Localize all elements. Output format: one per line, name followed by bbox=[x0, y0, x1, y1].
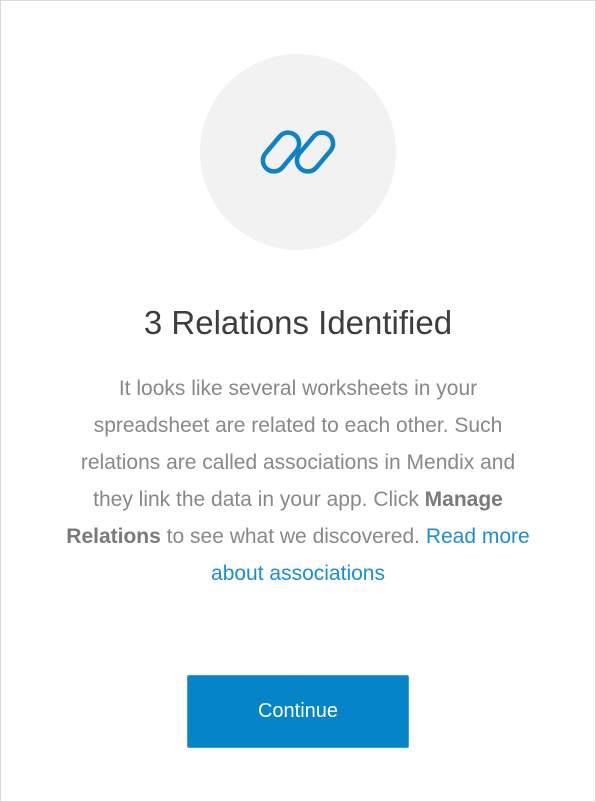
dialog-title: 3 Relations Identified bbox=[143, 304, 453, 341]
icon-circle bbox=[200, 54, 396, 250]
dialog-description: It looks like several worksheets in your… bbox=[61, 370, 535, 592]
link-icon bbox=[260, 130, 336, 174]
continue-button[interactable]: Continue bbox=[187, 675, 409, 748]
relations-dialog: 3 Relations Identified It looks like sev… bbox=[0, 0, 596, 802]
description-text-2: to see what we discovered. bbox=[160, 525, 426, 548]
